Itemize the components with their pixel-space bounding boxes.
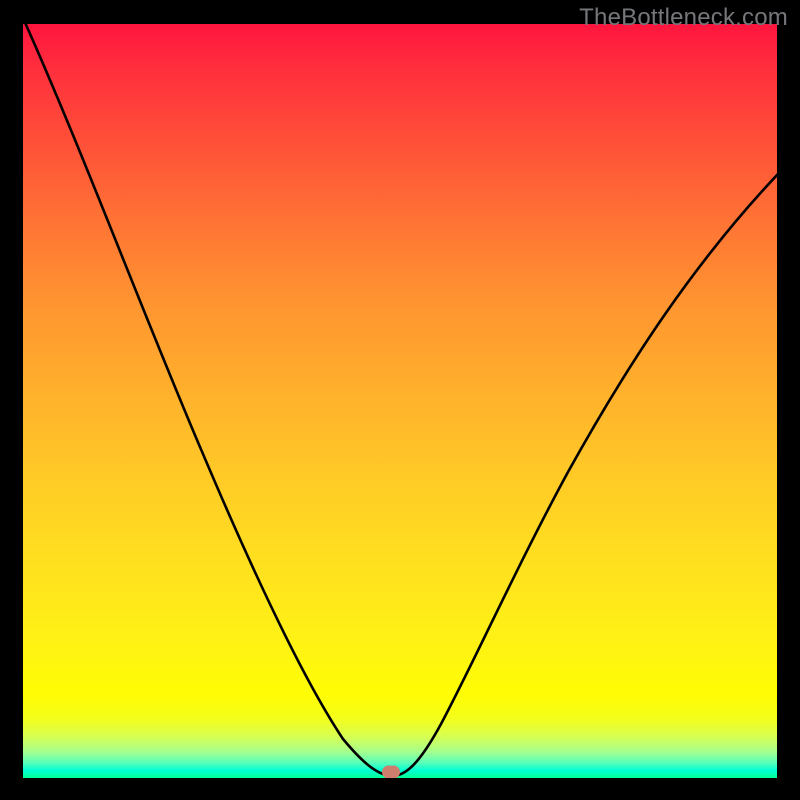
curve-path (23, 24, 777, 775)
bottleneck-curve (23, 24, 777, 778)
watermark-text: TheBottleneck.com (579, 4, 788, 32)
chart-container: TheBottleneck.com (0, 0, 800, 800)
optimal-point-marker (382, 766, 400, 779)
plot-area (23, 24, 777, 778)
